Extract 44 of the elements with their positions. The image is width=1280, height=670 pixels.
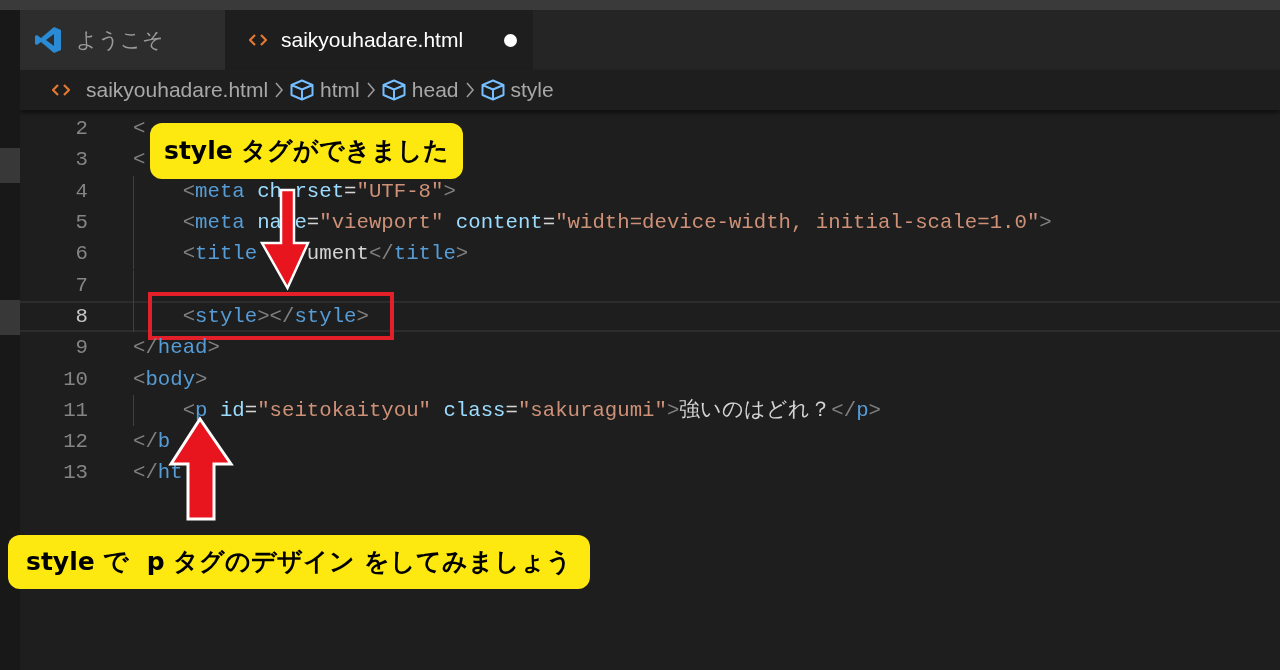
line-number: 9	[74, 335, 88, 362]
code-text: <	[133, 116, 146, 143]
code-text: rset="UTF-8">	[294, 178, 456, 205]
breadcrumb-item[interactable]: style	[510, 74, 554, 106]
editor-tab[interactable]: ようこそ	[20, 10, 225, 70]
line-number: 4	[74, 178, 88, 205]
code-text: <title	[182, 241, 258, 268]
line-number: 3	[74, 147, 88, 174]
line-number: 5	[74, 210, 88, 236]
chevron-icon	[464, 81, 475, 99]
code-text: <p id="seitokaityou" class="sakuragumi">強いのはどれ？</p>	[182, 397, 881, 424]
callout-label: style で p タグのデザイン をしてみましょう	[8, 535, 591, 589]
editor-tab[interactable]: saikyouhadare.html	[225, 10, 533, 70]
line-number: 13	[62, 460, 88, 487]
chevron-icon	[365, 81, 376, 99]
line-number: 10	[62, 366, 88, 393]
code-text: <body>	[133, 366, 208, 393]
code-text: <	[133, 147, 146, 174]
code-text: ument</title>	[306, 241, 469, 268]
cube-icon	[480, 79, 505, 101]
logo-icon	[34, 26, 62, 54]
code-text: </ht	[133, 460, 183, 487]
line-number: 2	[74, 116, 88, 143]
line-number: 12	[62, 429, 88, 456]
code-icon	[249, 33, 267, 47]
code-text: </head>	[133, 335, 220, 362]
code-text: <meta ch	[182, 178, 282, 205]
gutter-marker	[0, 148, 20, 183]
line-number: 11	[62, 397, 88, 424]
code-icon	[52, 83, 70, 97]
breadcrumb-item[interactable]: head	[411, 74, 459, 106]
breadcrumb-item[interactable]: saikyouhadare.html	[86, 74, 269, 106]
line-number: 6	[74, 241, 88, 268]
breadcrumb-item[interactable]: html	[320, 74, 360, 106]
code-text: <style></style>	[182, 303, 369, 330]
code-text: e="viewport" content="width=device-width, initial-scale=1.0">	[294, 210, 1052, 236]
cube-icon	[381, 79, 406, 101]
chevron-icon	[274, 81, 285, 99]
code-text: </b	[133, 429, 171, 456]
line-number: 8	[74, 303, 88, 330]
line-number: 7	[74, 272, 88, 299]
callout-label: style タグができました	[150, 123, 464, 179]
cube-icon	[290, 79, 315, 101]
code-text: <meta na	[182, 210, 282, 236]
